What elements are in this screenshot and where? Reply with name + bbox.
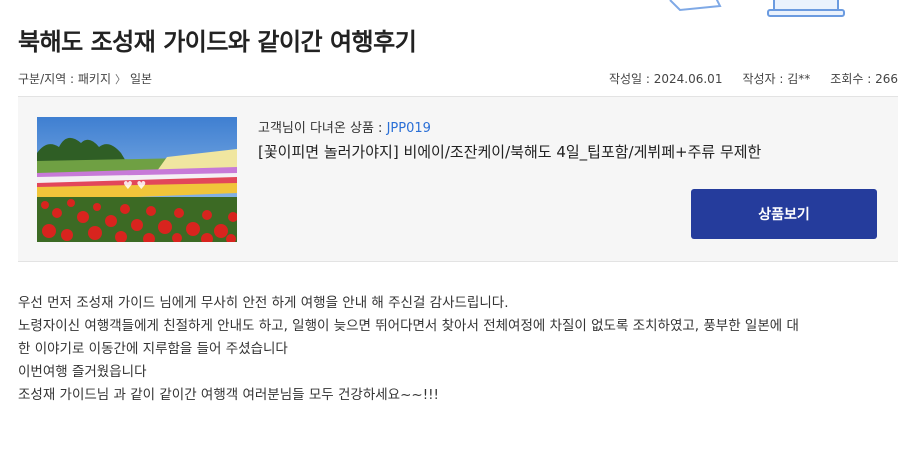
review-body: 우선 먼저 조성재 가이드 님에게 무사히 안전 하게 여행을 안내 해 주신걸… — [18, 292, 900, 407]
breadcrumb: 구분/지역 : 패키지 〉 일본 — [18, 70, 152, 87]
svg-text:♥ ♥: ♥ ♥ — [123, 179, 146, 192]
breadcrumb-region[interactable]: 일본 — [130, 70, 152, 87]
review-line: 이번여행 즐거웠읍니다 — [18, 364, 147, 380]
post-author: 작성자 : 김** — [742, 72, 811, 86]
product-card: ♥ ♥ 고객님이 다녀온 상품 : JPP019 [꽃이피면 놀러가야지] 비에… — [18, 96, 898, 262]
product-name[interactable]: [꽃이피면 놀러가야지] 비에이/조잔케이/북해도 4일_팁포함/게뷔페+주류 … — [258, 141, 761, 162]
review-line: 조성재 가이드님 과 같이 같이간 여행객 여러분님들 모두 건강하세요~~!!… — [18, 387, 439, 403]
post-views: 조회수 : 266 — [830, 72, 898, 86]
product-label-prefix: 고객님이 다녀온 상품 : — [258, 121, 387, 136]
product-label: 고객님이 다녀온 상품 : JPP019 — [258, 117, 431, 136]
review-line: 한 이야기로 이동간에 지루함을 들어 주셨습니다 — [18, 341, 288, 357]
view-product-button[interactable]: 상품보기 — [691, 189, 877, 239]
review-line: 우선 먼저 조성재 가이드 님에게 무사히 안전 하게 여행을 안내 해 주신걸… — [18, 295, 509, 311]
product-image[interactable]: ♥ ♥ — [37, 117, 237, 242]
review-line: 노령자이신 여행객들에게 친절하게 안내도 하고, 일행이 늦으면 뛰어다면서 … — [18, 318, 799, 334]
post-date: 작성일 : 2024.06.01 — [608, 72, 723, 86]
post-info: 작성일 : 2024.06.01 작성자 : 김** 조회수 : 266 — [609, 70, 898, 87]
page-title: 북해도 조성재 가이드와 같이간 여행후기 — [18, 28, 417, 56]
post-meta: 구분/지역 : 패키지 〉 일본 작성일 : 2024.06.01 작성자 : … — [18, 70, 898, 86]
chevron-right-icon: 〉 — [115, 72, 126, 86]
breadcrumb-category[interactable]: 구분/지역 : 패키지 — [18, 70, 111, 87]
flower-field-photo-icon: ♥ ♥ — [37, 117, 237, 242]
header-decoration-icon — [669, 0, 845, 17]
product-code[interactable]: JPP019 — [387, 121, 431, 136]
